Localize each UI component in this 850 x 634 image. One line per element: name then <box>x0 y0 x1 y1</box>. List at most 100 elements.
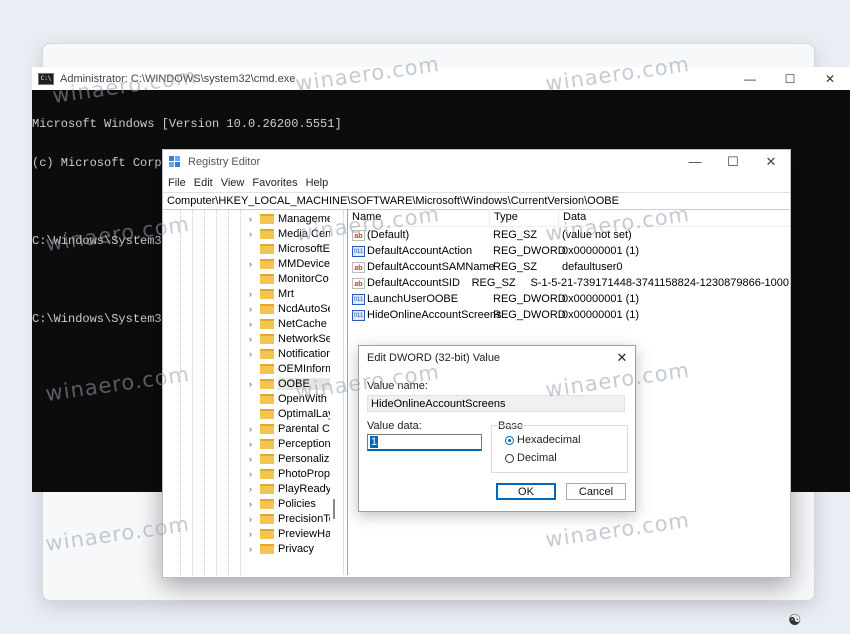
chevron-right-icon[interactable]: › <box>249 469 259 479</box>
tree-item-label: Privacy <box>278 542 315 555</box>
tree-item[interactable]: ›OpenWith <box>163 391 330 406</box>
tree-item[interactable]: › Personaliza <box>163 451 330 466</box>
regedit-close-button[interactable]: ✕ <box>752 154 790 170</box>
column-name[interactable]: Name <box>348 209 489 226</box>
ok-button[interactable]: OK <box>496 483 556 500</box>
regedit-titlebar[interactable]: Registry Editor — ☐ ✕ <box>163 150 790 174</box>
folder-icon <box>260 423 274 434</box>
value-name-label: Value name: <box>367 380 428 392</box>
chevron-right-icon[interactable]: › <box>249 424 259 434</box>
dialog-titlebar[interactable]: Edit DWORD (32-bit) Value ✕ <box>359 346 635 370</box>
tree-item[interactable]: › MMDevices <box>163 256 330 271</box>
tree-item[interactable]: › Policies <box>163 496 330 511</box>
tree-item[interactable]: › OOBE <box>163 376 330 391</box>
tree-item[interactable]: ›OptimalLay <box>163 406 330 421</box>
tree-item-label: Media Cent <box>278 227 330 240</box>
tree-item[interactable]: › Notification <box>163 346 330 361</box>
tree-item[interactable]: ›OEMInform <box>163 361 330 376</box>
value-row[interactable]: ab DefaultAccountSAMName REG_SZ defaultuser… <box>348 259 789 275</box>
folder-icon <box>260 543 274 554</box>
value-data-label: Value data: <box>367 420 422 432</box>
value-type: REG_DWORD <box>493 245 566 257</box>
value-name-cell: ab (Default) <box>348 229 489 241</box>
string-value-icon: ab <box>352 229 365 241</box>
column-data[interactable]: Data <box>558 209 586 226</box>
cmd-close-button[interactable]: ✕ <box>810 72 850 86</box>
chevron-right-icon[interactable]: › <box>249 484 259 494</box>
tree-item[interactable]: ›MonitorCo <box>163 271 330 286</box>
chevron-right-icon[interactable]: › <box>249 514 259 524</box>
menu-edit[interactable]: Edit <box>194 177 213 189</box>
value-name-cell: 011 HideOnlineAccountScreens <box>348 309 502 321</box>
tree-item-label: PhotoPrope <box>278 467 330 480</box>
cancel-button[interactable]: Cancel <box>566 483 626 500</box>
tree-item[interactable]: › PhotoPrope <box>163 466 330 481</box>
folder-icon <box>260 528 274 539</box>
value-row[interactable]: ab DefaultAccountSID REG_SZ S-1-5-21-739171… <box>348 275 789 291</box>
cmd-minimize-button[interactable]: — <box>730 72 770 86</box>
chevron-right-icon[interactable]: › <box>249 259 259 269</box>
tree-item[interactable]: › Perceptions <box>163 436 330 451</box>
tree-item[interactable]: › NetCache <box>163 316 330 331</box>
value-name: DefaultAccountSID <box>367 277 460 289</box>
folder-icon <box>260 498 274 509</box>
tree-item-label: OEMInform <box>278 362 330 375</box>
tree-item[interactable]: › Media Cent <box>163 226 330 241</box>
chevron-right-icon[interactable]: › <box>249 319 259 329</box>
chevron-right-icon[interactable]: › <box>249 454 259 464</box>
folder-icon <box>260 243 274 254</box>
menu-favorites[interactable]: Favorites <box>252 177 297 189</box>
value-data-input[interactable]: 1 <box>367 434 482 451</box>
value-data: 0x00000001 (1) <box>562 309 640 321</box>
menu-view[interactable]: View <box>221 177 245 189</box>
chevron-right-icon[interactable]: › <box>249 334 259 344</box>
tree-item[interactable]: › NetworkSer <box>163 331 330 346</box>
chevron-right-icon[interactable]: › <box>249 379 259 389</box>
regedit-minimize-button[interactable]: — <box>676 154 714 170</box>
tree-item-label: NcdAutoSe <box>278 302 330 315</box>
tree-item-label: Notification <box>278 347 330 360</box>
chevron-right-icon[interactable]: › <box>249 214 259 224</box>
decimal-radio[interactable]: Decimal <box>505 452 557 464</box>
chevron-right-icon[interactable]: › <box>249 229 259 239</box>
value-row[interactable]: ab (Default) REG_SZ (value not set) <box>348 227 789 243</box>
tree-item[interactable]: › Manageme <box>163 211 330 226</box>
regedit-maximize-button[interactable]: ☐ <box>714 154 752 170</box>
cmd-maximize-button[interactable]: ☐ <box>770 72 810 86</box>
menu-help[interactable]: Help <box>306 177 329 189</box>
tree-item-label: NetworkSer <box>278 332 330 345</box>
value-row[interactable]: 011 DefaultAccountAction REG_DWORD 0x000000… <box>348 243 789 259</box>
chevron-right-icon[interactable]: › <box>249 439 259 449</box>
folder-icon <box>260 213 274 224</box>
tree-item[interactable]: › NcdAutoSe <box>163 301 330 316</box>
tree-vertical-scrollbar[interactable] <box>333 499 335 519</box>
chevron-right-icon[interactable]: › <box>249 544 259 554</box>
menu-file[interactable]: File <box>168 177 186 189</box>
tree-item[interactable]: › PreviewHar <box>163 526 330 541</box>
chevron-right-icon[interactable]: › <box>249 304 259 314</box>
value-row[interactable]: 011 LaunchUserOOBE REG_DWORD 0x00000001 (1) <box>348 291 789 307</box>
address-bar[interactable]: Computer\HKEY_LOCAL_MACHINE\SOFTWARE\Mic… <box>163 192 790 210</box>
tree-item[interactable]: › Parental Co <box>163 421 330 436</box>
values-header: Name Type Data <box>348 209 789 227</box>
accessibility-icon[interactable]: ☯ <box>788 611 801 629</box>
edit-dword-dialog[interactable]: Edit DWORD (32-bit) Value ✕ Value name: … <box>358 345 636 512</box>
registry-tree[interactable]: ›Manageme›Media Cent›MicrosoftEd›MMDevic… <box>163 209 344 575</box>
tree-item[interactable]: › PrecisionTo <box>163 511 330 526</box>
folder-icon <box>260 318 274 329</box>
chevron-right-icon[interactable]: › <box>249 529 259 539</box>
chevron-right-icon[interactable]: › <box>249 349 259 359</box>
value-row[interactable]: 011 HideOnlineAccountScreens REG_DWORD 0x00… <box>348 307 789 323</box>
tree-item[interactable]: ›MicrosoftEd <box>163 241 330 256</box>
column-type[interactable]: Type <box>489 209 558 226</box>
tree-item[interactable]: › PlayReady <box>163 481 330 496</box>
tree-item-label: Policies <box>278 497 316 510</box>
tree-item[interactable]: › Privacy <box>163 541 330 556</box>
dialog-close-button[interactable]: ✕ <box>609 350 635 366</box>
cmd-titlebar[interactable]: C:\ Administrator: C:\WINDOWS\system32\c… <box>32 67 850 90</box>
tree-item[interactable]: › Mrt <box>163 286 330 301</box>
chevron-right-icon[interactable]: › <box>249 499 259 509</box>
dword-value-icon: 011 <box>352 293 365 305</box>
hexadecimal-radio[interactable]: Hexadecimal <box>505 434 581 446</box>
chevron-right-icon[interactable]: › <box>249 289 259 299</box>
